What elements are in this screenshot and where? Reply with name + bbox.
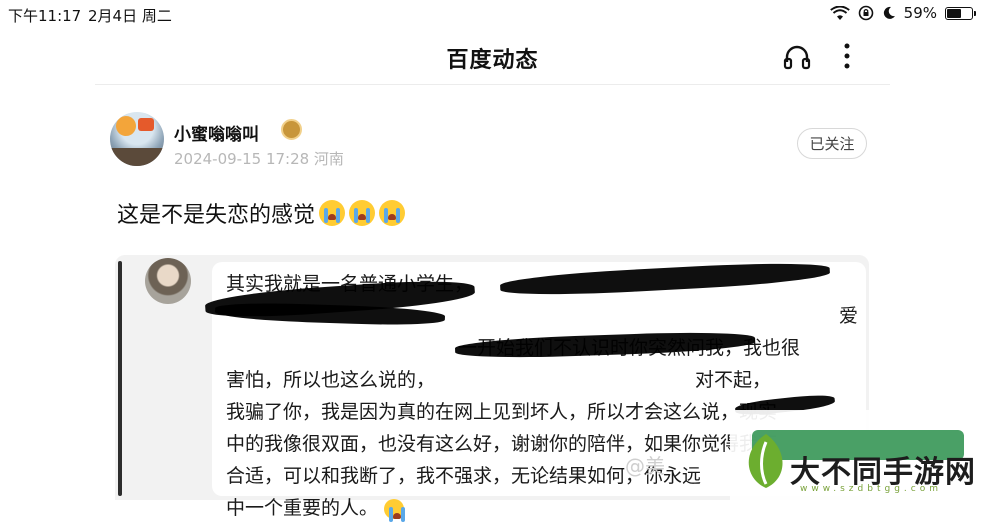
status-right: 59% [829,4,976,22]
author-name[interactable]: 小蜜嗡嗡叫 [174,120,259,145]
crying-face-icon [319,200,346,226]
site-logo-url: www.szdbtgg.com [800,484,942,494]
header-divider [95,84,890,85]
post-body: 这是不是失恋的感觉 [117,203,316,228]
post-meta: 2024-09-15 17:28 河南 [174,150,344,168]
crying-face-icon [349,200,376,226]
chat-line-4: 害怕，所以也这么说的， 对不起， [226,369,772,391]
author-avatar[interactable] [110,112,164,166]
battery-percent: 59% [903,4,937,22]
status-date: 2月4日 周二 [88,7,172,25]
wifi-icon [829,5,850,20]
page-title: 百度动态 [446,48,539,73]
headphones-icon[interactable] [783,44,811,70]
avatar-badge [138,118,154,131]
follow-button[interactable]: 已关注 [797,128,867,159]
embed-left-edge [118,261,122,496]
chat-avatar [145,258,191,304]
watermark-text: @美 [625,454,665,478]
post-text: 这是不是失恋的感觉 [117,197,406,229]
crying-face-icon [379,200,406,226]
more-vertical-icon[interactable] [840,42,854,72]
pleading-face-icon [384,498,405,522]
avatar-ground [110,148,164,166]
status-bar: 下午11:17 2月4日 周二 59% [0,0,985,28]
vip-badge-icon [281,119,302,140]
avatar-sun-shape [116,116,136,136]
moon-icon [883,6,895,19]
status-time: 下午11:17 [8,7,82,25]
orientation-lock-icon [858,5,873,21]
leaf-logo-icon [748,434,783,488]
battery-icon [945,6,976,20]
